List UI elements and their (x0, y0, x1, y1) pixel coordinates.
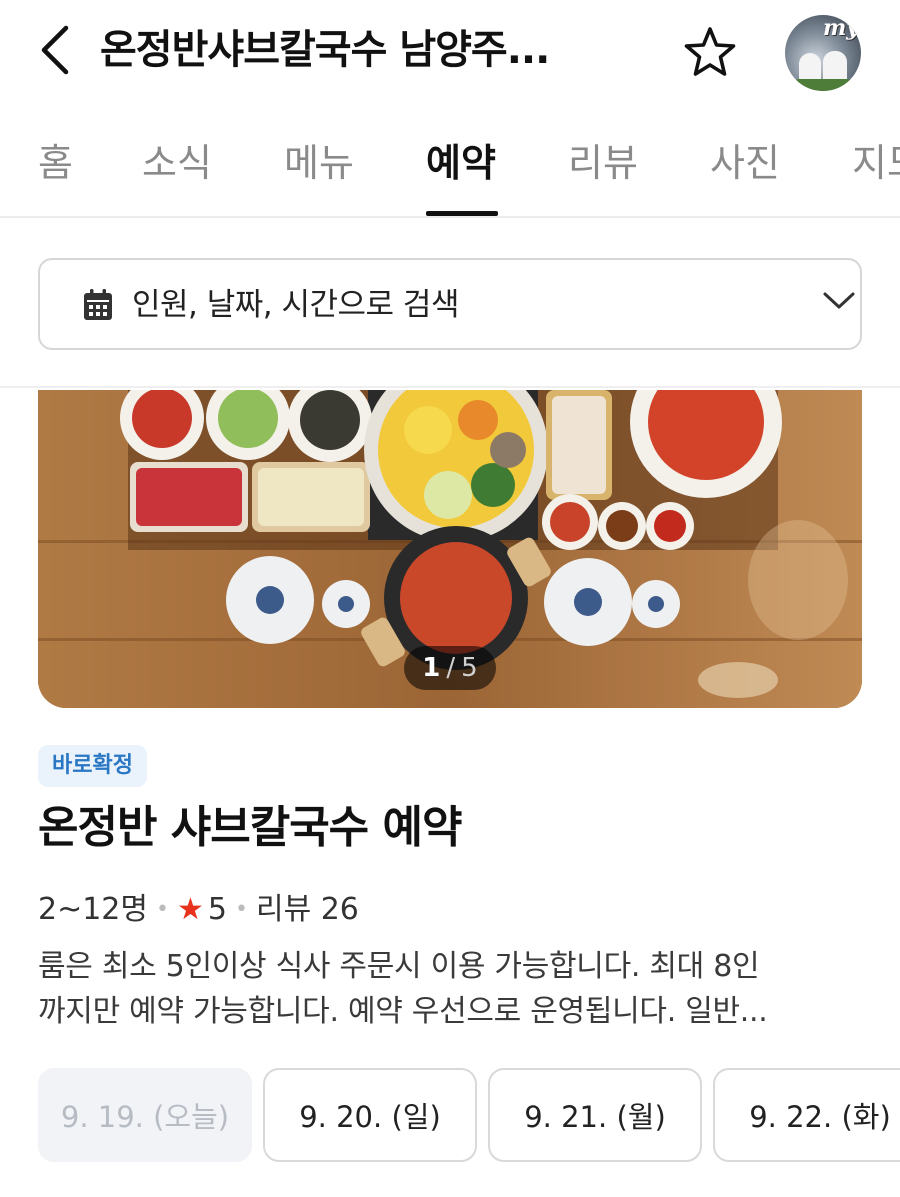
capacity-text: 2~12명 (38, 892, 148, 927)
product-description[interactable]: 룸은 최소 5인이상 식사 주문시 이용 가능합니다. 최대 8인 까지만 예약… (38, 944, 862, 1034)
tab-menu[interactable]: 메뉴 (284, 138, 354, 188)
back-button[interactable] (30, 20, 80, 80)
tab-bar: 홈 소식 메뉴 예약 리뷰 사진 지도 (0, 110, 900, 218)
search-label: 인원, 날짜, 시간으로 검색 (132, 287, 459, 323)
tab-reviews[interactable]: 리뷰 (568, 138, 638, 188)
active-tab-indicator (426, 211, 498, 216)
rating-value: 5 (207, 892, 227, 927)
product-title: 온정반 샤브칼국수 예약 (38, 802, 462, 853)
separator-dot: • (156, 897, 169, 922)
tab-news[interactable]: 소식 (142, 138, 212, 188)
date-selector: 9. 19. (오늘) 9. 20. (일) 9. 21. (월) 9. 22.… (38, 1068, 900, 1164)
star-outline-icon (684, 27, 736, 76)
section-divider (0, 386, 900, 388)
description-line: 까지만 예약 가능합니다. 예약 우선으로 운영됩니다. 일반... (38, 994, 768, 1029)
reservation-search-dropdown[interactable]: 인원, 날짜, 시간으로 검색 (38, 258, 862, 350)
product-meta: 2~12명 • ★ 5 • 리뷰 26 (38, 890, 359, 930)
tab-reservation[interactable]: 예약 (426, 138, 496, 188)
tab-photos[interactable]: 사진 (710, 138, 780, 188)
description-line: 룸은 최소 5인이상 식사 주문시 이용 가능합니다. 최대 8인 (38, 949, 760, 984)
separator-dot: • (234, 897, 248, 922)
photo-index-separator: / (446, 653, 456, 683)
date-chip[interactable]: 9. 20. (일) (263, 1068, 477, 1162)
photo-page-indicator: 1 / 5 (404, 646, 496, 690)
chevron-left-icon (41, 25, 69, 75)
review-count[interactable]: 리뷰 26 (256, 890, 359, 930)
avatar-text: my (822, 15, 859, 41)
photo-total-count: 5 (461, 653, 478, 683)
photo-current-index: 1 (422, 653, 441, 683)
avatar-foliage (793, 79, 853, 91)
tab-home[interactable]: 홈 (38, 138, 73, 188)
instant-confirm-badge: 바로확정 (38, 745, 147, 787)
calendar-icon (84, 289, 112, 320)
date-chip-today: 9. 19. (오늘) (38, 1068, 252, 1162)
rating-star-icon: ★ (176, 892, 204, 927)
date-chip[interactable]: 9. 21. (월) (488, 1068, 702, 1162)
chevron-down-icon (823, 292, 855, 309)
page-title: 온정반샤브칼국수 남양주... (100, 27, 550, 73)
date-chip[interactable]: 9. 22. (화) (713, 1068, 900, 1162)
avatar[interactable]: my (785, 15, 861, 91)
top-app-bar: 온정반샤브칼국수 남양주... my (0, 0, 900, 105)
favorite-button[interactable] (678, 22, 742, 82)
tab-map[interactable]: 지도 (852, 138, 900, 188)
